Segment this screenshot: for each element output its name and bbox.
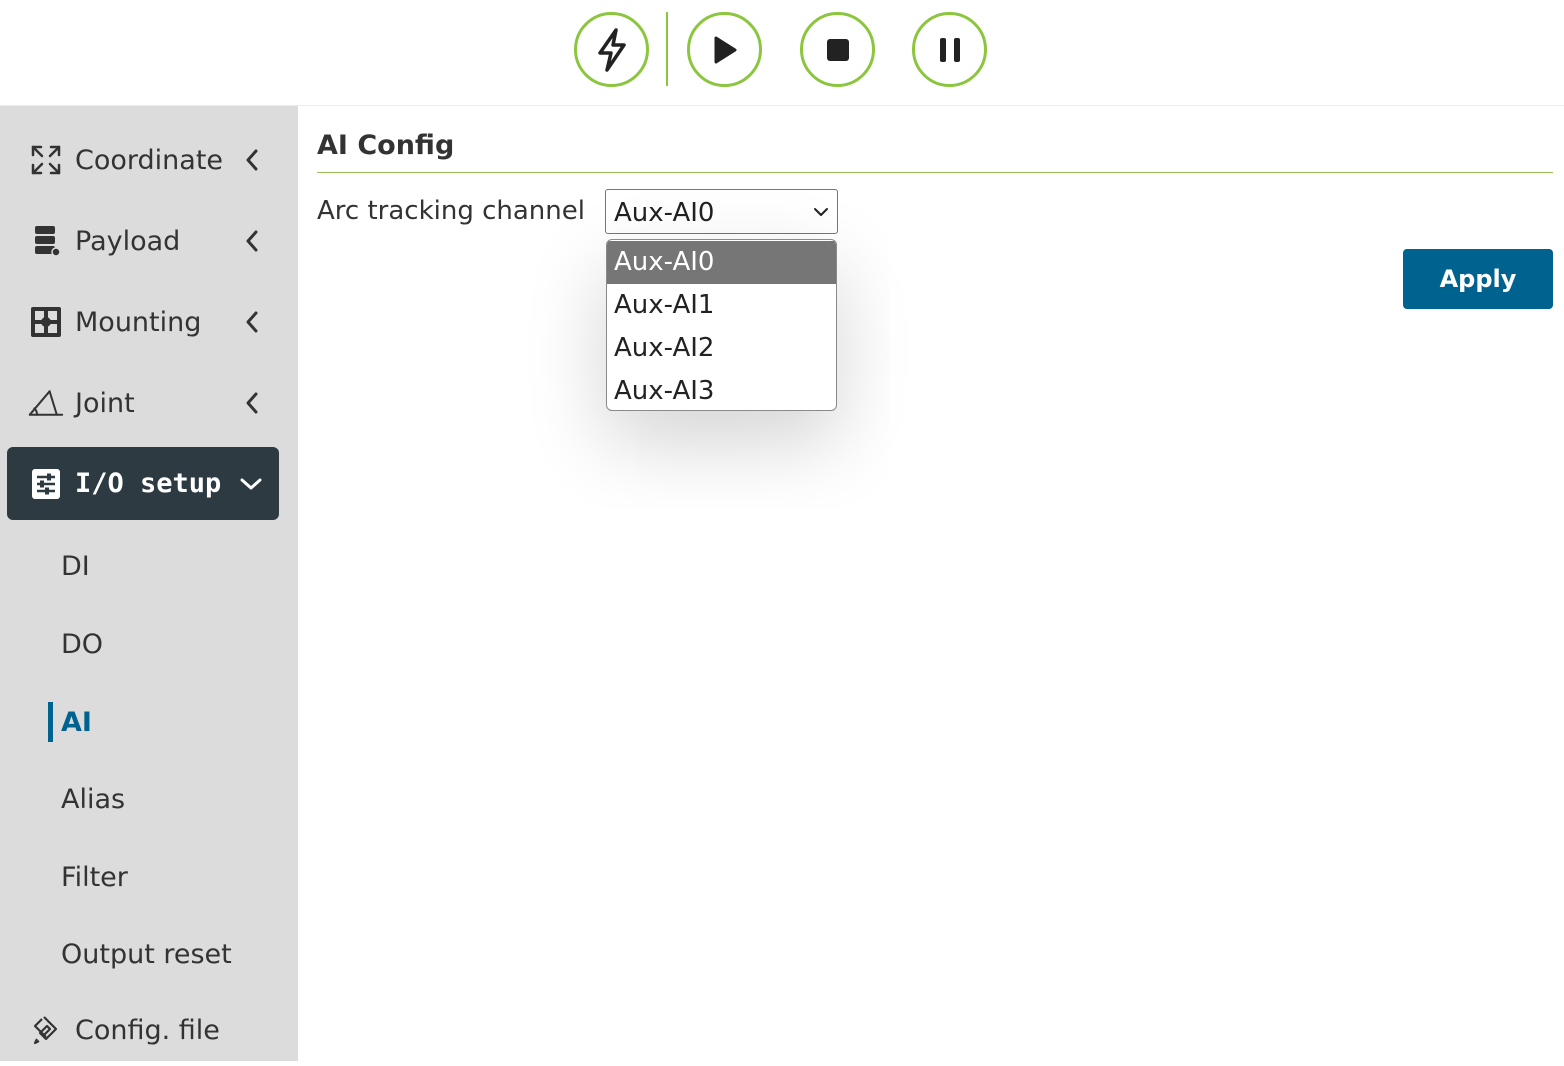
top-toolbar <box>0 0 1564 106</box>
apply-button[interactable]: Apply <box>1403 249 1553 309</box>
sidebar-subitem-label: DO <box>61 628 104 660</box>
select-option[interactable]: Aux-AI2 <box>607 327 836 370</box>
current-indicator <box>48 702 53 742</box>
title-divider <box>317 172 1553 173</box>
arc-tracking-channel-label: Arc tracking channel <box>317 196 585 226</box>
sidebar-subitem-label: DI <box>61 550 90 582</box>
sidebar-item-config-file[interactable]: Config. file <box>0 994 298 1066</box>
payload-icon <box>28 223 64 259</box>
play-button[interactable] <box>687 12 762 87</box>
sidebar-subitem-label: Filter <box>61 861 128 893</box>
arc-tracking-channel-select[interactable]: Aux-AI0 <box>605 189 838 234</box>
sidebar-item-label: Coordinate <box>75 144 224 176</box>
power-button[interactable] <box>574 12 649 87</box>
chevron-left-icon <box>238 227 266 255</box>
sidebar-subitem-filter[interactable]: Filter <box>0 847 298 907</box>
pause-icon <box>939 37 960 62</box>
chevron-left-icon <box>238 146 266 174</box>
chevron-left-icon <box>238 308 266 336</box>
toolbar-divider <box>666 12 668 86</box>
sidebar-item-io-setup[interactable]: I/O setup <box>7 447 279 520</box>
page-title: AI Config <box>317 130 455 161</box>
sidebar-subitem-label: Alias <box>61 783 126 815</box>
select-option[interactable]: Aux-AI0 <box>607 241 836 284</box>
config-file-icon <box>28 1012 64 1048</box>
sidebar-item-label: Joint <box>75 387 135 419</box>
sidebar-item-label: Config. file <box>75 1014 220 1046</box>
sidebar: Coordinate Payload Mounting Joint I/O se… <box>0 106 298 1061</box>
sidebar-item-joint[interactable]: Joint <box>0 367 298 439</box>
mounting-icon <box>28 304 64 340</box>
sidebar-item-label: Mounting <box>75 306 202 338</box>
select-option[interactable]: Aux-AI1 <box>607 284 836 327</box>
chevron-down-icon <box>237 470 265 498</box>
sidebar-subitem-alias[interactable]: Alias <box>0 769 298 829</box>
select-option[interactable]: Aux-AI3 <box>607 370 836 410</box>
power-icon <box>597 27 626 72</box>
sliders-icon <box>28 466 64 502</box>
chevron-down-icon <box>814 208 828 216</box>
sidebar-subitem-label: Output reset <box>61 938 232 970</box>
select-value: Aux-AI0 <box>614 198 715 228</box>
chevron-left-icon <box>238 389 266 417</box>
sidebar-item-label: I/O setup <box>75 468 222 499</box>
sidebar-subitem-do[interactable]: DO <box>0 614 298 674</box>
sidebar-subitem-di[interactable]: DI <box>0 536 298 596</box>
sidebar-item-payload[interactable]: Payload <box>0 205 298 277</box>
pause-button[interactable] <box>912 12 987 87</box>
stop-icon <box>826 38 849 61</box>
stop-button[interactable] <box>800 12 875 87</box>
sidebar-item-label: Payload <box>75 225 181 257</box>
sidebar-subitem-label: AI <box>61 706 92 738</box>
sidebar-item-mounting[interactable]: Mounting <box>0 286 298 358</box>
sidebar-subitem-ai[interactable]: AI <box>0 692 298 752</box>
expand-arrows-icon <box>28 142 64 178</box>
angle-icon <box>28 385 64 421</box>
sidebar-subitem-output-reset[interactable]: Output reset <box>0 924 298 984</box>
play-icon <box>714 36 736 63</box>
sidebar-item-coordinate[interactable]: Coordinate <box>0 124 298 196</box>
select-dropdown-list: Aux-AI0 Aux-AI1 Aux-AI2 Aux-AI3 <box>606 239 837 411</box>
